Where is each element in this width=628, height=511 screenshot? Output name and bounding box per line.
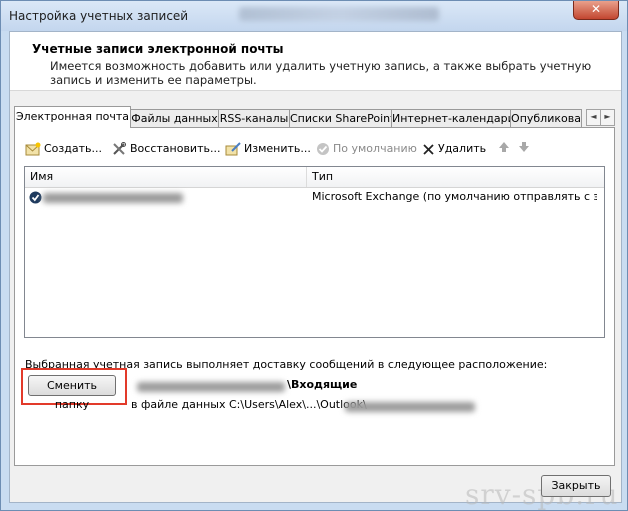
edit-mail-icon — [225, 142, 241, 156]
arrow-down-icon — [519, 142, 529, 152]
account-settings-window: Настройка учетных записей ✕ Учетные запи… — [0, 0, 628, 511]
title-bar: Настройка учетных записей ✕ — [1, 1, 627, 31]
arrow-up-icon — [499, 142, 509, 152]
change-folder-button[interactable]: Сменить папку — [28, 375, 116, 411]
tab-published-calendars[interactable]: Опубликова — [510, 109, 582, 127]
email-tab-panel: Создать... Восстановить... Изменить... П… — [14, 127, 615, 466]
blurred-datafile-name — [345, 402, 475, 412]
tab-internet-calendars[interactable]: Интернет-календари — [391, 109, 511, 127]
create-button[interactable]: Создать... — [25, 141, 102, 157]
window-title: Настройка учетных записей — [9, 9, 189, 23]
set-default-label: По умолчанию — [333, 142, 417, 155]
account-type: Microsoft Exchange (по умолчанию отправл… — [312, 190, 597, 203]
tab-sharepoint-lists[interactable]: Списки SharePoint — [289, 109, 392, 127]
new-mail-icon — [25, 142, 41, 156]
change-label: Изменить... — [244, 142, 311, 155]
header-description: Имеется возможность добавить или удалить… — [50, 59, 592, 87]
tab-rss-feeds[interactable]: RSS-каналы — [218, 109, 290, 127]
accounts-list[interactable]: Имя Тип Microsoft Exchange (по умолчанию… — [24, 166, 605, 338]
blurred-window-caption — [239, 7, 439, 21]
window-close-button[interactable]: ✕ — [573, 1, 619, 20]
close-dialog-button[interactable]: Закрыть — [541, 475, 611, 497]
tab-strip: Электронная почта Файлы данных RSS-канал… — [14, 106, 615, 128]
tab-scroll-right-icon[interactable]: ► — [600, 109, 615, 126]
tab-data-files[interactable]: Файлы данных — [130, 109, 219, 127]
dialog-header: Учетные записи электронной почты Имеется… — [10, 32, 621, 91]
tools-icon — [113, 142, 126, 155]
change-button[interactable]: Изменить... — [225, 141, 311, 157]
delete-label: Удалить — [438, 142, 487, 155]
delete-x-icon — [423, 143, 434, 155]
tab-email[interactable]: Электронная почта — [14, 106, 131, 128]
list-item[interactable]: Microsoft Exchange (по умолчанию отправл… — [25, 188, 604, 206]
repair-button[interactable]: Восстановить... — [111, 141, 220, 157]
blurred-account-name — [43, 193, 183, 203]
check-circle-icon — [317, 143, 329, 155]
header-title: Учетные записи электронной почты — [32, 42, 284, 56]
default-account-check-icon — [29, 191, 42, 204]
tab-scroll-left-icon[interactable]: ◄ — [586, 109, 601, 126]
inbox-folder-label: \Входящие — [287, 378, 358, 391]
move-down-button[interactable] — [518, 141, 530, 157]
set-default-button[interactable]: По умолчанию — [316, 141, 417, 157]
create-label: Создать... — [44, 142, 102, 155]
blurred-mailbox-name — [137, 382, 285, 392]
dialog-body: Учетные записи электронной почты Имеется… — [9, 31, 622, 511]
repair-label: Восстановить... — [130, 142, 221, 155]
datafile-path: в файле данных C:\Users\Alex\...\Outlook… — [131, 398, 367, 411]
column-header-name[interactable]: Имя — [25, 167, 307, 187]
list-header: Имя Тип — [25, 167, 604, 188]
delete-button[interactable]: Удалить — [422, 141, 486, 157]
column-header-type[interactable]: Тип — [307, 167, 604, 187]
move-up-button[interactable] — [498, 141, 510, 157]
